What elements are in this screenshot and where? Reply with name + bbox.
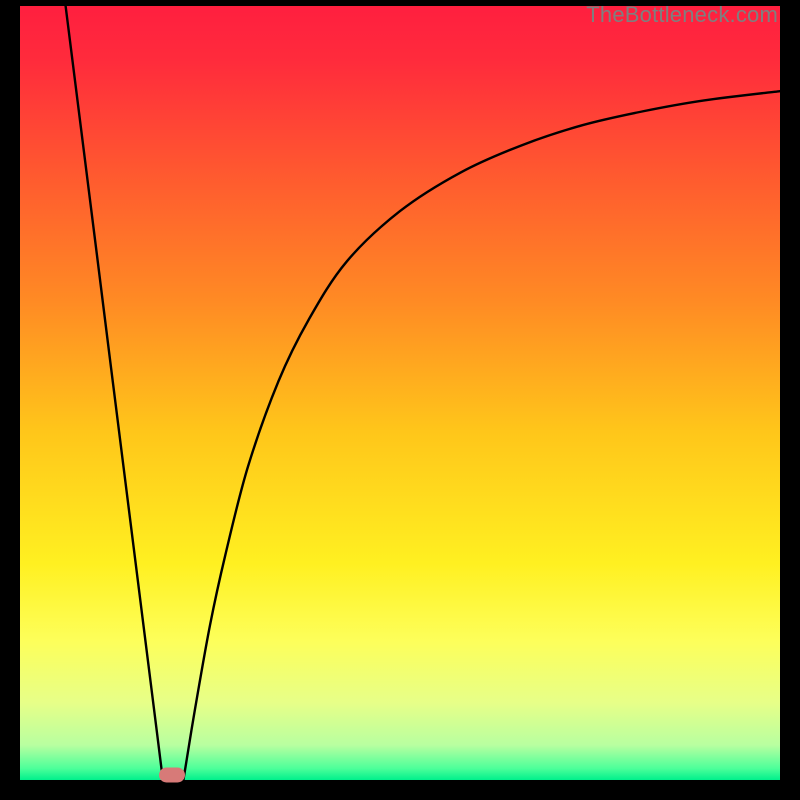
curve-right-branch (183, 91, 780, 780)
curve-left-branch (66, 6, 163, 780)
curve-layer (20, 6, 780, 780)
watermark-text: TheBottleneck.com (586, 2, 778, 28)
plot-frame (20, 6, 780, 780)
minimum-marker (159, 768, 185, 783)
chart-stage: TheBottleneck.com (0, 0, 800, 800)
